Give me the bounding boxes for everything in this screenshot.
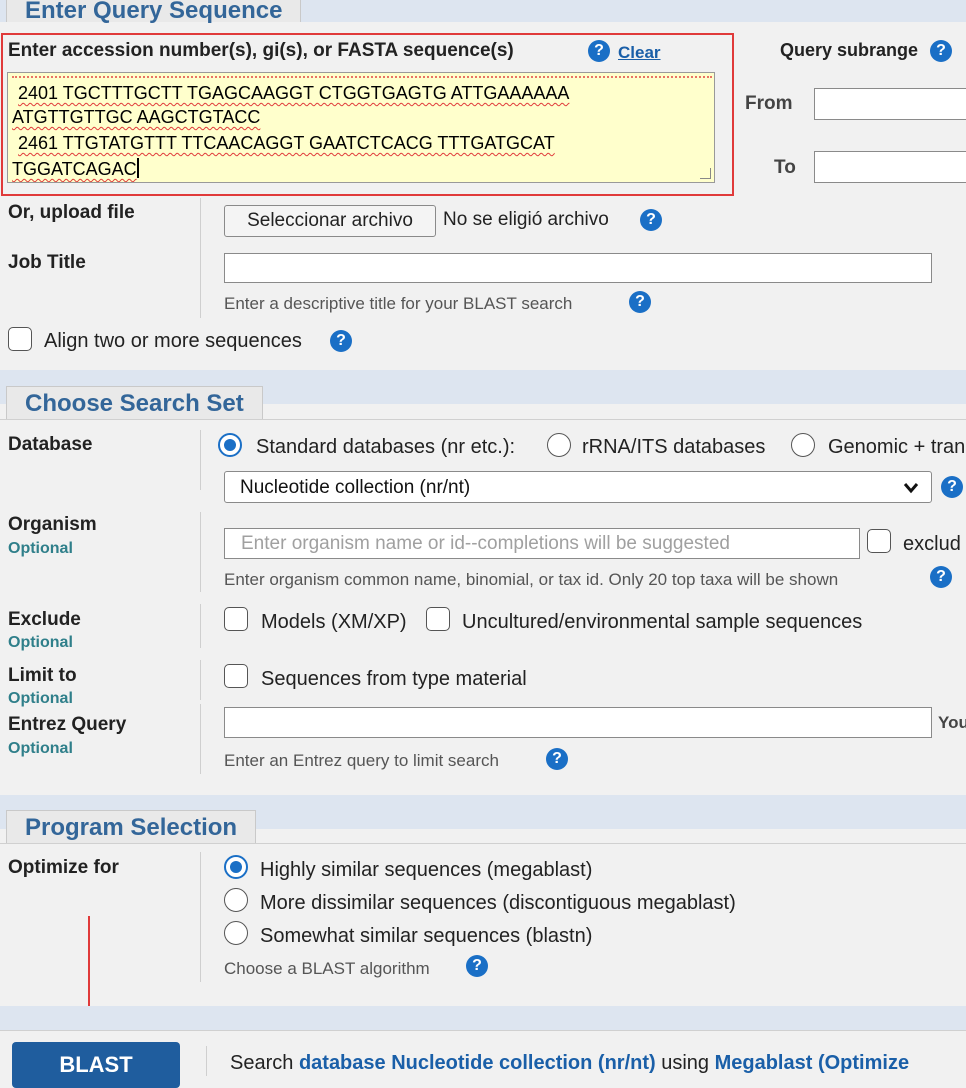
job-title-input[interactable]	[224, 253, 932, 283]
column-divider	[200, 604, 201, 648]
radio-rrna-label: rRNA/ITS databases	[582, 436, 766, 458]
database-select-value: Nucleotide collection (nr/nt)	[240, 477, 471, 498]
column-divider	[200, 430, 201, 490]
limit-optional: Optional	[8, 690, 73, 707]
help-icon[interactable]: ?	[930, 566, 952, 588]
radio-standard-databases[interactable]	[218, 433, 242, 457]
models-checkbox[interactable]	[224, 607, 248, 631]
optimize-label: Optimize for	[8, 857, 119, 878]
column-divider	[200, 198, 201, 318]
sequence-line: 2401 TGCTTTGCTT TGAGCAAGGT CTGGTGAGTG AT…	[18, 83, 570, 103]
entrez-trailing-text: You	[938, 713, 966, 732]
sequence-line: ATGTTGTTGC AAGCTGTACC	[12, 107, 261, 127]
radio-blastn[interactable]	[224, 921, 248, 945]
exclude-organism-checkbox[interactable]	[867, 529, 891, 553]
search-summary: Search database Nucleotide collection (n…	[230, 1052, 909, 1075]
exclude-optional: Optional	[8, 634, 73, 651]
exclude-label: Exclude	[8, 609, 81, 630]
type-material-checkbox[interactable]	[224, 664, 248, 688]
search-db-link[interactable]: database Nucleotide collection (nr/nt)	[299, 1052, 656, 1074]
upload-label: Or, upload file	[8, 202, 135, 223]
chevron-down-icon	[903, 483, 919, 494]
search-using-text: using	[661, 1052, 710, 1074]
file-choose-button[interactable]: Seleccionar archivo	[224, 205, 436, 237]
limit-to-label: Limit to	[8, 665, 77, 686]
to-input[interactable]	[814, 151, 966, 183]
radio-blastn-label: Somewhat similar sequences (blastn)	[260, 925, 593, 947]
entrez-hint: Enter an Entrez query to limit search	[224, 751, 499, 770]
type-material-label: Sequences from type material	[261, 668, 527, 690]
textarea-dotted-top	[12, 76, 712, 80]
from-label: From	[745, 93, 793, 114]
query-subrange-label: Query subrange	[780, 40, 919, 60]
radio-megablast[interactable]	[224, 855, 248, 879]
radio-genomic[interactable]	[791, 433, 815, 457]
algorithm-hint: Choose a BLAST algorithm	[224, 959, 430, 978]
search-text: Search	[230, 1052, 294, 1074]
help-icon[interactable]: ?	[330, 330, 352, 352]
footer-divider	[206, 1046, 207, 1076]
radio-dc-megablast[interactable]	[224, 888, 248, 912]
organism-placeholder: Enter organism name or id--completions w…	[241, 533, 730, 554]
sequence-line: 2461 TTGTATGTTT TTCAACAGGT GAATCTCACG TT…	[18, 133, 555, 153]
entrez-input[interactable]	[224, 707, 932, 738]
column-divider	[200, 704, 201, 774]
organism-optional: Optional	[8, 540, 73, 557]
align-two-label: Align two or more sequences	[44, 330, 302, 352]
help-icon[interactable]: ?	[588, 40, 610, 62]
annotation-arrow-line	[88, 916, 90, 1014]
file-status: No se eligió archivo	[443, 209, 609, 230]
sequence-line: TGGATCAGAC	[12, 158, 139, 179]
entrez-optional: Optional	[8, 740, 73, 757]
organism-label: Organism	[8, 514, 97, 535]
from-input[interactable]	[814, 88, 966, 120]
help-icon[interactable]: ?	[546, 748, 568, 770]
search-algo-link[interactable]: Megablast (Optimize	[715, 1052, 909, 1074]
resize-handle[interactable]	[700, 168, 711, 179]
models-label: Models (XM/XP)	[261, 611, 407, 633]
help-icon[interactable]: ?	[629, 291, 651, 313]
radio-megablast-label: Highly similar sequences (megablast)	[260, 859, 593, 881]
clear-link[interactable]: Clear	[618, 43, 661, 63]
radio-dc-megablast-label: More dissimilar sequences (discontiguous…	[260, 892, 736, 914]
section-title-search-set: Choose Search Set	[6, 386, 263, 420]
uncultured-checkbox[interactable]	[426, 607, 450, 631]
section-title-program: Program Selection	[6, 810, 257, 844]
radio-genomic-label: Genomic + tran	[828, 436, 966, 458]
organism-input[interactable]: Enter organism name or id--completions w…	[224, 528, 860, 559]
column-divider	[200, 852, 201, 982]
to-label: To	[774, 157, 796, 178]
align-two-checkbox[interactable]	[8, 327, 32, 351]
job-title-hint: Enter a descriptive title for your BLAST…	[224, 294, 573, 313]
help-icon[interactable]: ?	[930, 40, 952, 62]
query-label: Enter accession number(s), gi(s), or FAS…	[8, 40, 514, 61]
column-divider	[200, 512, 201, 592]
organism-hint: Enter organism common name, binomial, or…	[224, 570, 839, 589]
radio-rrna-databases[interactable]	[547, 433, 571, 457]
exclude-organism-label: exclud	[903, 533, 961, 555]
blast-button[interactable]: BLAST	[12, 1042, 180, 1088]
help-icon[interactable]: ?	[640, 209, 662, 231]
section-title-query: Enter Query Sequence	[6, 0, 302, 24]
job-title-label: Job Title	[8, 252, 86, 273]
sequence-textarea[interactable]: 2401 TGCTTTGCTT TGAGCAAGGT CTGGTGAGTG AT…	[7, 72, 715, 183]
column-divider	[200, 660, 201, 700]
database-select[interactable]: Nucleotide collection (nr/nt)	[224, 471, 932, 503]
uncultured-label: Uncultured/environmental sample sequence…	[462, 611, 863, 633]
database-label: Database	[8, 434, 93, 455]
help-icon[interactable]: ?	[466, 955, 488, 977]
radio-standard-label: Standard databases (nr etc.):	[256, 436, 516, 458]
help-icon[interactable]: ?	[941, 476, 963, 498]
entrez-label: Entrez Query	[8, 714, 127, 735]
